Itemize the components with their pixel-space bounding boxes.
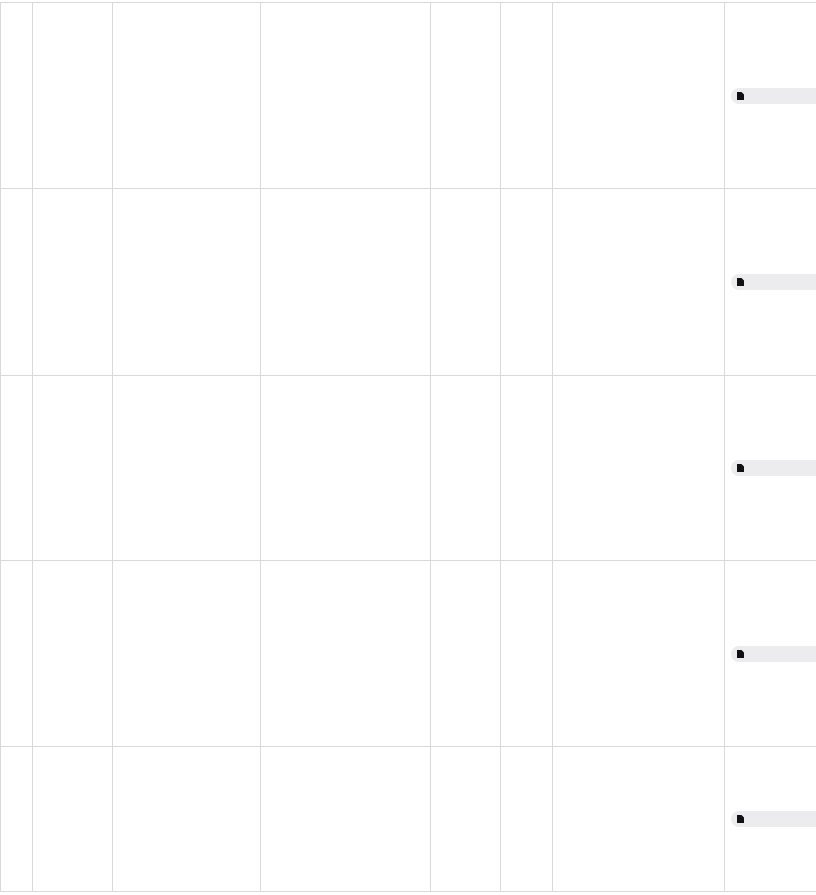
file-icon [737, 464, 744, 472]
table-cell[interactable] [261, 561, 431, 746]
table-cell[interactable] [261, 376, 431, 560]
table-cell[interactable] [431, 189, 501, 375]
table-cell[interactable] [501, 747, 553, 891]
table-cell[interactable] [431, 3, 501, 188]
table-cell[interactable] [501, 376, 553, 560]
table-cell[interactable] [113, 561, 261, 746]
table-cell[interactable] [33, 747, 113, 891]
table-cell[interactable] [113, 189, 261, 375]
table-cell[interactable] [113, 376, 261, 560]
row-number-cell[interactable] [0, 561, 33, 746]
attachment-cell[interactable] [725, 189, 816, 375]
table-cell[interactable] [501, 189, 553, 375]
attachment-cell[interactable] [725, 747, 816, 891]
table-cell[interactable] [501, 561, 553, 746]
attachment-chip[interactable] [731, 811, 816, 827]
file-icon [737, 91, 744, 100]
table-row[interactable] [0, 376, 816, 561]
table-cell[interactable] [431, 561, 501, 746]
table-row[interactable] [0, 189, 816, 376]
attachment-chip[interactable] [731, 645, 816, 662]
row-number-cell[interactable] [0, 189, 33, 375]
table-cell[interactable] [33, 189, 113, 375]
table-cell[interactable] [113, 747, 261, 891]
table-cell[interactable] [553, 189, 725, 375]
attachment-chip[interactable] [731, 87, 816, 104]
attachment-chip[interactable] [731, 460, 816, 476]
table-cell[interactable] [33, 561, 113, 746]
row-number-cell[interactable] [0, 3, 33, 188]
table-cell[interactable] [113, 3, 261, 188]
file-icon [737, 278, 744, 286]
table-cell[interactable] [431, 747, 501, 891]
data-table [0, 2, 816, 892]
attachment-cell[interactable] [725, 376, 816, 560]
attachment-chip[interactable] [731, 274, 816, 290]
table-cell[interactable] [553, 747, 725, 891]
table-row[interactable] [0, 3, 816, 189]
file-icon [737, 815, 744, 823]
table-cell[interactable] [431, 376, 501, 560]
table-cell[interactable] [261, 189, 431, 375]
attachment-cell[interactable] [725, 561, 816, 746]
table-cell[interactable] [501, 3, 553, 188]
table-cell[interactable] [553, 3, 725, 188]
table-cell[interactable] [553, 561, 725, 746]
table-cell[interactable] [261, 3, 431, 188]
row-number-cell[interactable] [0, 376, 33, 560]
table-cell[interactable] [33, 3, 113, 188]
table-cell[interactable] [261, 747, 431, 891]
table-row[interactable] [0, 747, 816, 891]
row-number-cell[interactable] [0, 747, 33, 891]
file-icon [737, 649, 744, 658]
attachment-cell[interactable] [725, 3, 816, 188]
table-row[interactable] [0, 561, 816, 747]
table-cell[interactable] [553, 376, 725, 560]
table-cell[interactable] [33, 376, 113, 560]
